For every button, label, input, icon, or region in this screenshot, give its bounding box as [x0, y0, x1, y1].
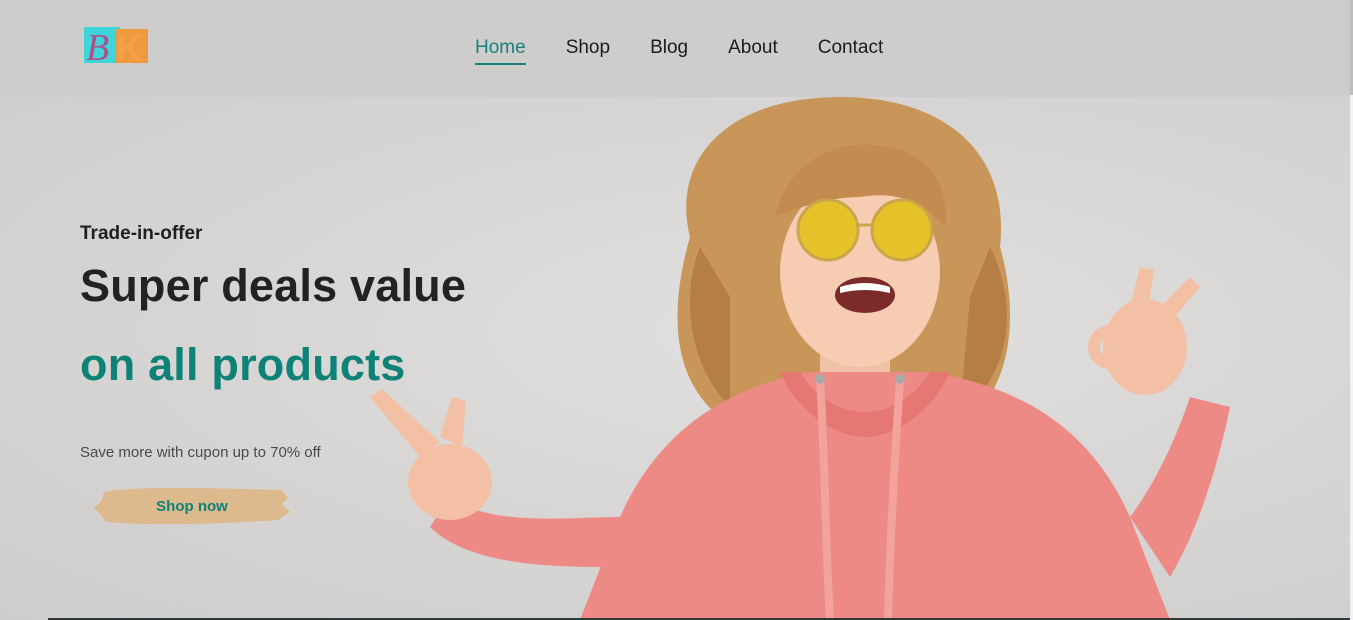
nav-home[interactable]: Home	[475, 36, 526, 65]
hero-banner: Trade-in-offer Super deals value on all …	[0, 97, 1350, 620]
nav-about[interactable]: About	[728, 36, 778, 60]
hero-headline-line1: Super deals value	[80, 260, 467, 311]
svg-text:K: K	[116, 28, 144, 67]
nav-shop[interactable]: Shop	[566, 36, 610, 60]
hero-kicker: Trade-in-offer	[80, 223, 203, 244]
svg-text:B: B	[86, 27, 109, 67]
hero-headline-line2: on all products	[80, 339, 406, 390]
brand-logo[interactable]: B K	[84, 25, 150, 70]
hero-subtext: Save more with cupon up to 70% off	[80, 444, 321, 461]
hero-model-image	[370, 97, 1230, 620]
nav-contact[interactable]: Contact	[818, 36, 883, 60]
shop-now-label: Shop now	[156, 497, 228, 515]
bk-logo-icon: B K	[84, 27, 148, 70]
nav-blog[interactable]: Blog	[650, 36, 688, 60]
site-header: B K Home Shop Blog About Contact	[0, 0, 1350, 97]
shop-now-button[interactable]: Shop now	[92, 482, 292, 530]
main-nav: Home Shop Blog About Contact	[475, 36, 883, 65]
